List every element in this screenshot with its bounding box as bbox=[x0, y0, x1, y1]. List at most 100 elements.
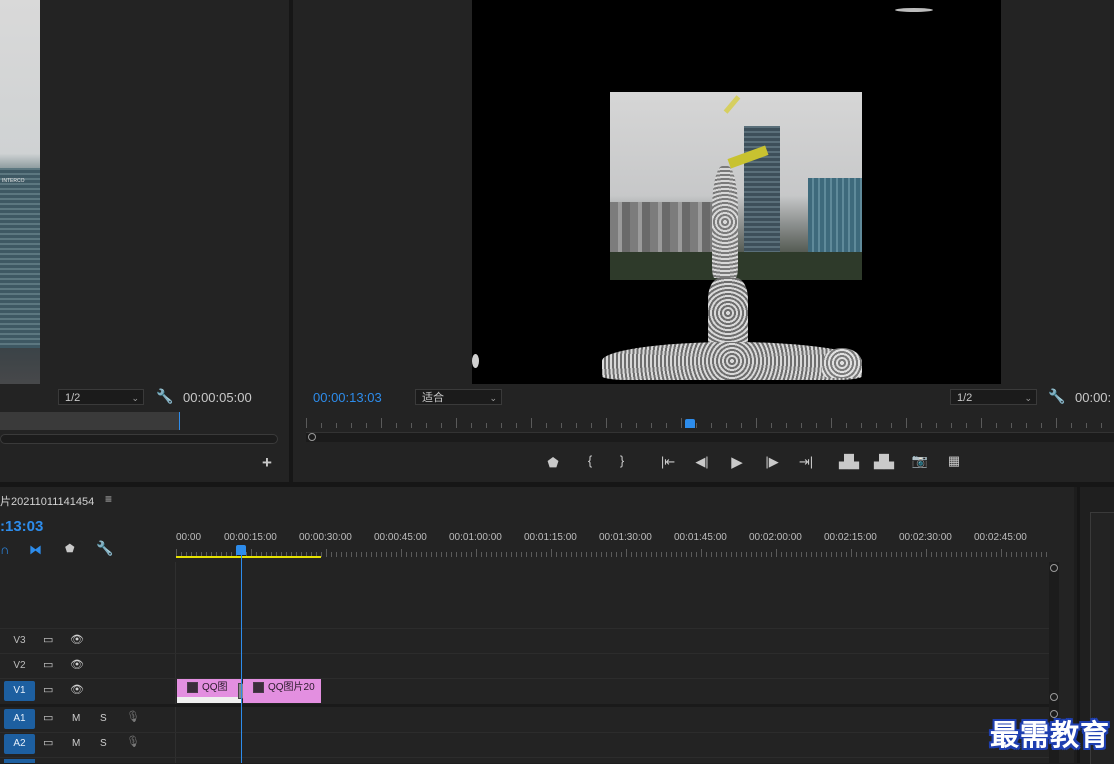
go-to-in-button[interactable]: |⇤ bbox=[658, 454, 678, 470]
step-forward-button[interactable]: |▶ bbox=[762, 454, 782, 470]
track-v2-label[interactable]: V2 bbox=[4, 656, 35, 676]
export-frame-button[interactable]: 📷 bbox=[910, 453, 930, 469]
program-playhead-marker[interactable] bbox=[685, 419, 695, 428]
ruler-tick bbox=[366, 423, 367, 428]
mute-button[interactable]: M bbox=[72, 738, 80, 749]
ruler-tick bbox=[976, 552, 977, 557]
ruler-tick bbox=[321, 552, 322, 557]
scroll-handle-bottom[interactable] bbox=[1050, 693, 1058, 701]
program-settings-wrench-icon[interactable]: 🔧 bbox=[1048, 388, 1065, 405]
mute-button[interactable]: M bbox=[72, 713, 80, 724]
ruler-tick bbox=[1021, 552, 1022, 557]
ruler-tick bbox=[791, 552, 792, 557]
ruler-tick bbox=[351, 423, 352, 428]
program-ruler[interactable] bbox=[306, 418, 1114, 432]
add-marker-button[interactable]: ⬟ bbox=[543, 455, 563, 471]
eye-icon[interactable]: 👁 bbox=[70, 658, 84, 671]
ruler-tick bbox=[581, 552, 582, 557]
linked-selection-icon[interactable]: ⧓ bbox=[29, 542, 42, 558]
ruler-tick bbox=[356, 552, 357, 557]
sync-lock-icon[interactable]: ▭ bbox=[43, 658, 53, 671]
track-a2-label[interactable]: A2 bbox=[4, 734, 35, 754]
ruler-tick bbox=[1041, 552, 1042, 557]
source-zoom-bar[interactable] bbox=[0, 434, 278, 444]
ruler-tick bbox=[686, 552, 687, 557]
ruler-tick bbox=[721, 552, 722, 557]
ruler-tick bbox=[501, 423, 502, 428]
snap-icon[interactable]: ∩ bbox=[0, 542, 9, 557]
building-sign: INTERCO bbox=[2, 178, 25, 184]
ruler-tick bbox=[516, 552, 517, 557]
program-resolution-dropdown[interactable]: 1/2 ⌄ bbox=[950, 389, 1037, 405]
solo-button[interactable]: S bbox=[100, 738, 107, 749]
extract-button[interactable]: ▟▙ bbox=[874, 454, 894, 470]
ruler-label: 00:02:15:00 bbox=[824, 532, 877, 543]
compare-view-button[interactable]: ▦ bbox=[944, 453, 964, 469]
play-button[interactable]: ▶ bbox=[727, 453, 747, 471]
ruler-tick bbox=[576, 423, 577, 428]
work-area-bar[interactable] bbox=[176, 556, 321, 558]
add-button[interactable]: + bbox=[262, 453, 272, 473]
track-a1-label[interactable]: A1 bbox=[4, 709, 35, 729]
sync-lock-icon[interactable]: ▭ bbox=[43, 736, 53, 749]
sequence-tab[interactable]: 片20211011141454 bbox=[0, 493, 94, 509]
source-playhead[interactable] bbox=[179, 412, 180, 430]
step-back-button[interactable]: ◀| bbox=[692, 454, 712, 470]
ruler-tick bbox=[926, 549, 927, 557]
ruler-tick bbox=[681, 552, 682, 557]
source-scrubber[interactable] bbox=[0, 412, 180, 430]
source-zoom-dropdown[interactable]: 1/2 ⌄ bbox=[58, 389, 144, 405]
track-a3-label[interactable] bbox=[4, 759, 35, 763]
ruler-label: 00:00 bbox=[176, 532, 202, 543]
mark-in-button[interactable]: { bbox=[580, 453, 600, 468]
ruler-tick bbox=[531, 552, 532, 557]
eye-icon[interactable]: 👁 bbox=[70, 633, 84, 646]
ruler-tick bbox=[1086, 423, 1087, 428]
clip-qq-image-2[interactable]: QQ图片20 bbox=[243, 679, 321, 703]
ruler-tick bbox=[606, 418, 607, 428]
add-marker-icon[interactable]: ⬟ bbox=[65, 542, 75, 555]
timeline-playhead-head[interactable] bbox=[236, 545, 246, 555]
source-monitor bbox=[0, 0, 289, 482]
track-v3-label[interactable]: V3 bbox=[4, 631, 35, 651]
program-zoom-bar[interactable] bbox=[306, 432, 1114, 442]
go-to-out-button[interactable]: ⇥| bbox=[796, 454, 816, 470]
scroll-handle-top[interactable] bbox=[1050, 564, 1058, 572]
sync-lock-icon[interactable]: ▭ bbox=[43, 683, 53, 696]
timeline-playhead-line[interactable] bbox=[241, 555, 242, 763]
program-zoom-handle[interactable] bbox=[308, 433, 316, 441]
track-v1-label[interactable]: V1 bbox=[4, 681, 35, 701]
sync-lock-icon[interactable]: ▭ bbox=[43, 633, 53, 646]
ruler-tick bbox=[936, 552, 937, 557]
ruler-tick bbox=[936, 423, 937, 428]
ruler-tick bbox=[546, 423, 547, 428]
ruler-tick bbox=[941, 552, 942, 557]
microphone-icon[interactable]: 🎙 bbox=[126, 735, 140, 748]
ruler-tick bbox=[391, 552, 392, 557]
ruler-tick bbox=[666, 552, 667, 557]
ruler-tick bbox=[811, 552, 812, 557]
solo-button[interactable]: S bbox=[100, 713, 107, 724]
sync-lock-icon[interactable]: ▭ bbox=[43, 711, 53, 724]
source-settings-wrench-icon[interactable]: 🔧 bbox=[156, 388, 173, 405]
ruler-tick bbox=[771, 423, 772, 428]
mark-out-button[interactable]: } bbox=[612, 453, 632, 468]
ruler-tick bbox=[516, 423, 517, 428]
lift-button[interactable]: ▟▙ bbox=[839, 454, 859, 470]
ruler-label: 00:02:00:00 bbox=[749, 532, 802, 543]
ruler-label: 00:00:30:00 bbox=[299, 532, 352, 543]
fit-dropdown[interactable]: 适合 ⌄ bbox=[415, 389, 502, 405]
eye-icon[interactable]: 👁 bbox=[70, 683, 84, 696]
ruler-tick bbox=[871, 552, 872, 557]
ruler-tick bbox=[836, 552, 837, 557]
microphone-icon[interactable]: 🎙 bbox=[126, 710, 140, 723]
program-timecode[interactable]: 00:00:13:03 bbox=[313, 390, 382, 405]
ruler-tick bbox=[346, 552, 347, 557]
ruler-tick bbox=[916, 552, 917, 557]
sequence-menu-icon[interactable]: ≡ bbox=[105, 492, 112, 506]
timeline-settings-wrench-icon[interactable]: 🔧 bbox=[96, 540, 113, 557]
ruler-tick bbox=[966, 552, 967, 557]
ruler-tick bbox=[1026, 423, 1027, 428]
timeline-timecode[interactable]: :13:03 bbox=[0, 518, 43, 535]
ruler-tick bbox=[1056, 418, 1057, 428]
